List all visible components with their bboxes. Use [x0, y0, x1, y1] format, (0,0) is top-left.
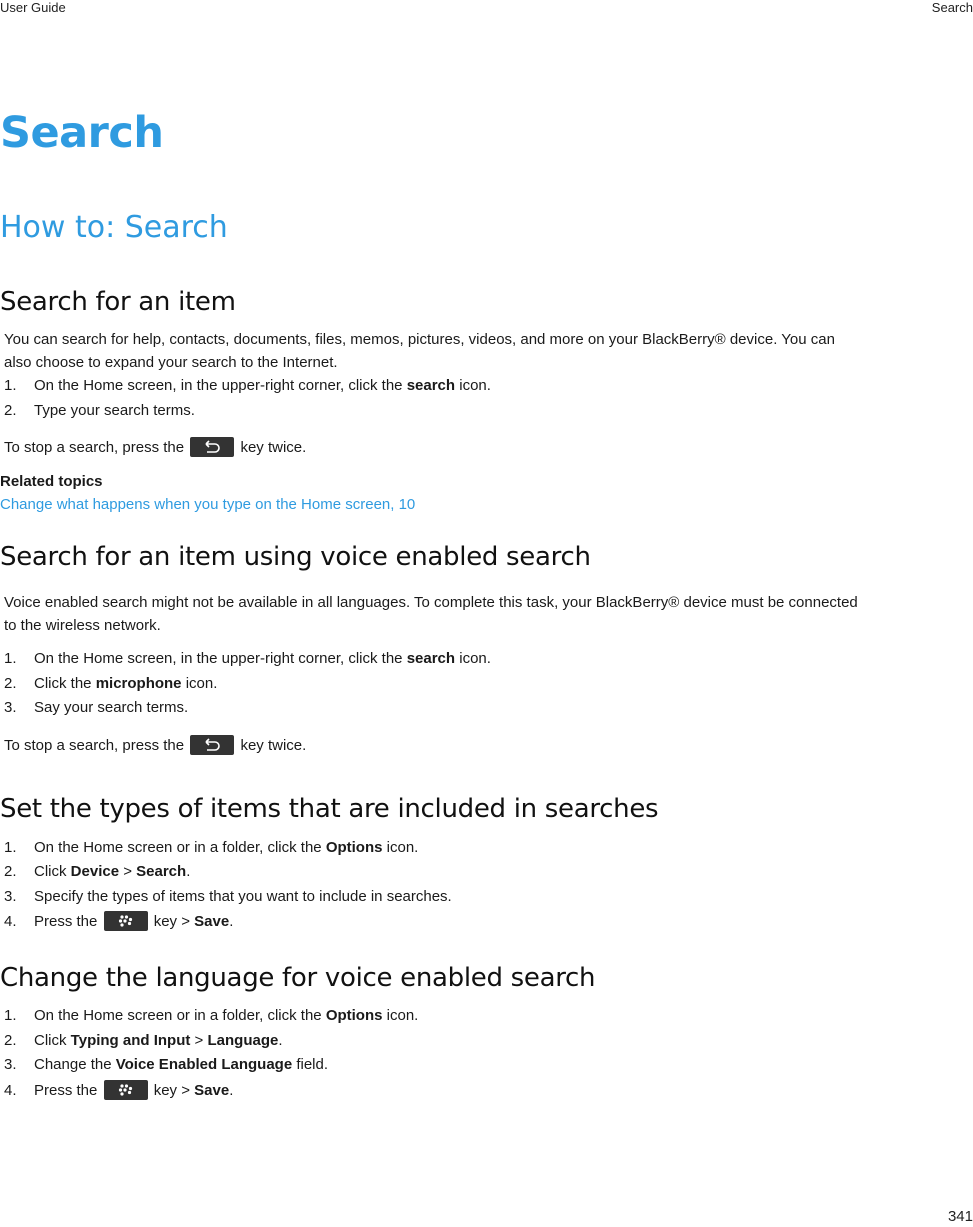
section-intro-line: to the wireless network.: [4, 617, 161, 634]
step-text: .: [229, 913, 234, 930]
step-item: 2. Click Device > Search.: [4, 860, 190, 884]
stop-search-note: To stop a search, press the key twice.: [4, 436, 306, 460]
step-number: 3.: [4, 699, 17, 716]
step-number: 2.: [4, 402, 17, 419]
step-bold: Options: [325, 839, 383, 856]
step-text: key >: [153, 913, 195, 930]
step-text: On the Home screen, in the upper-right c…: [34, 377, 407, 394]
step-item: 1. On the Home screen or in a folder, cli…: [4, 1004, 418, 1028]
step-item: 2. Click Typing and Input > Language.: [4, 1029, 283, 1053]
step-text: On the Home screen, in the upper-right c…: [34, 650, 407, 667]
step-text: Press the: [34, 913, 98, 930]
step-text: icon.: [382, 839, 419, 856]
step-number: 2.: [4, 863, 17, 880]
step-text: Click the: [34, 675, 96, 692]
back-key-icon: [190, 437, 235, 458]
blackberry-menu-key-icon: [103, 911, 148, 932]
step-number: 1.: [4, 1007, 17, 1024]
related-topics-title: Related topics: [0, 473, 103, 490]
step-number: 4.: [4, 1082, 17, 1099]
step-item: 1. On the Home screen or in a folder, cli…: [4, 836, 418, 860]
step-item: 4. Press the key > Save.: [4, 1079, 233, 1103]
step-item: 1. On the Home screen, in the upper-right…: [4, 374, 491, 398]
step-number: 2.: [4, 675, 17, 692]
step-bold: Search: [136, 863, 187, 880]
step-number: 2.: [4, 1032, 17, 1049]
step-bold: Typing and Input: [70, 1032, 191, 1049]
step-text: Change the: [34, 1056, 116, 1073]
step-text: icon.: [455, 377, 491, 394]
step-text: Specify the types of items that you want…: [34, 888, 452, 905]
page-number: 341: [947, 1208, 973, 1225]
step-number: 3.: [4, 888, 17, 905]
step-number: 1.: [4, 377, 17, 394]
back-key-icon: [190, 735, 235, 756]
step-item: 4. Press the key > Save.: [4, 910, 233, 934]
step-bold: Voice Enabled Language: [115, 1056, 293, 1073]
step-text: icon.: [382, 1007, 419, 1024]
step-text: .: [229, 1082, 234, 1099]
step-text: On the Home screen or in a folder, click…: [34, 1007, 326, 1024]
step-text: Click: [34, 863, 71, 880]
step-text: icon.: [181, 675, 218, 692]
step-number: 1.: [4, 839, 17, 856]
section-heading-search-types: Set the types of items that are included…: [0, 794, 659, 824]
step-number: 4.: [4, 913, 17, 930]
step-text: >: [119, 863, 137, 880]
step-text: .: [186, 863, 191, 880]
stop-search-note: To stop a search, press the key twice.: [4, 734, 306, 758]
section-heading-voice-language: Change the language for voice enabled se…: [0, 963, 596, 993]
running-header-right: Search: [931, 0, 973, 15]
step-item: 1. On the Home screen, in the upper-right…: [4, 647, 491, 671]
step-text: Press the: [34, 1082, 98, 1099]
running-header-left: User Guide: [0, 0, 66, 15]
step-bold: Save: [194, 913, 230, 930]
step-bold: search: [406, 650, 456, 667]
step-text: icon.: [455, 650, 491, 667]
step-bold: Save: [194, 1082, 230, 1099]
step-bold: Language: [207, 1032, 279, 1049]
section-intro-line: also choose to expand your search to the…: [4, 354, 338, 371]
note-text: To stop a search, press the: [4, 439, 185, 456]
section-heading-search-item: Search for an item: [0, 287, 236, 317]
step-number: 3.: [4, 1056, 17, 1073]
step-item: 2. Click the microphone icon.: [4, 672, 217, 696]
page-subtitle: How to: Search: [0, 210, 228, 245]
step-item: 2. Type your search terms.: [4, 399, 195, 423]
step-text: >: [190, 1032, 208, 1049]
step-text: field.: [292, 1056, 329, 1073]
step-number: 1.: [4, 650, 17, 667]
note-text: key twice.: [240, 439, 307, 456]
section-heading-voice-search: Search for an item using voice enabled s…: [0, 542, 591, 572]
step-text: Type your search terms.: [34, 402, 195, 419]
section-intro-line: You can search for help, contacts, docum…: [4, 331, 835, 348]
step-text: key >: [153, 1082, 195, 1099]
step-bold: search: [406, 377, 456, 394]
note-text: To stop a search, press the: [4, 737, 185, 754]
step-text: Click: [34, 1032, 71, 1049]
step-bold: Device: [70, 863, 120, 880]
step-text: On the Home screen or in a folder, click…: [34, 839, 326, 856]
step-item: 3. Say your search terms.: [4, 696, 188, 720]
note-text: key twice.: [240, 737, 307, 754]
section-intro-line: Voice enabled search might not be availa…: [4, 594, 858, 611]
step-bold: microphone: [95, 675, 182, 692]
step-bold: Options: [325, 1007, 383, 1024]
related-topic-link[interactable]: Change what happens when you type on the…: [0, 496, 415, 513]
step-item: 3. Change the Voice Enabled Language fiel…: [4, 1053, 328, 1077]
blackberry-menu-key-icon: [103, 1080, 148, 1101]
page-title: Search: [0, 108, 164, 158]
step-item: 3. Specify the types of items that you wa…: [4, 885, 452, 909]
step-text: Say your search terms.: [34, 699, 189, 716]
step-text: .: [278, 1032, 283, 1049]
